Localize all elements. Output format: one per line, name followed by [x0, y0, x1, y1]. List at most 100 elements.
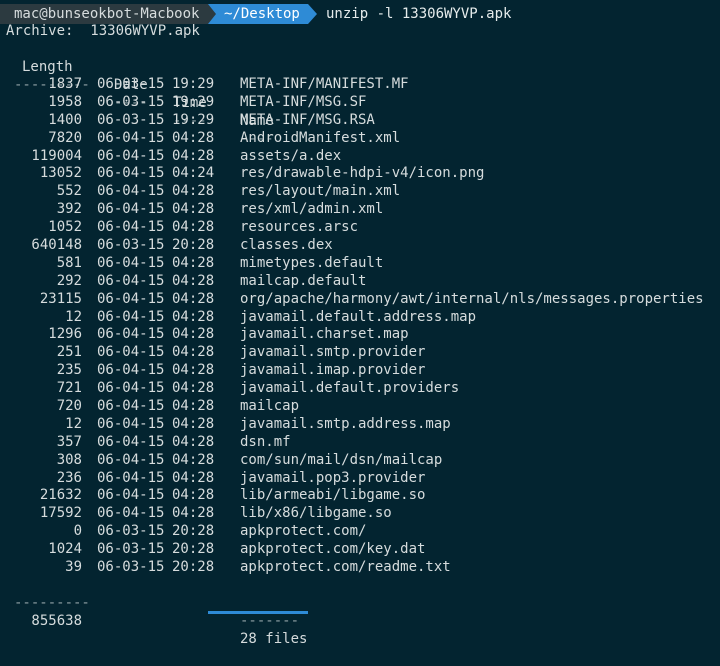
- table-row: 552 06-04-15 04:28 res/layout/main.xml: [0, 183, 720, 201]
- table-row: 13052 06-04-15 04:24 res/drawable-hdpi-v4/i…: [0, 165, 720, 183]
- terminal-window[interactable]: mac@bunseokbot-Macbook ~/Desktop unzip -…: [0, 0, 720, 647]
- listing-header: Length Date Time Name: [0, 40, 720, 129]
- prompt-directory: ~/Desktop: [208, 4, 308, 24]
- file-time: 04:28: [172, 290, 215, 307]
- file-time: 04:28: [172, 344, 215, 361]
- table-row: 235 06-04-15 04:28 javamail.imap.provider: [0, 362, 720, 380]
- file-length: 1837: [48, 76, 82, 92]
- file-date: 06-03-15: [97, 237, 165, 254]
- file-date: 06-04-15: [97, 398, 165, 415]
- file-name: assets/a.dex: [240, 147, 342, 164]
- table-row: 0 06-03-15 20:28 apkprotect.com/: [0, 523, 720, 541]
- shell-prompt: mac@bunseokbot-Macbook ~/Desktop unzip -…: [0, 4, 720, 24]
- file-name: META-INF/MSG.RSA: [240, 111, 375, 128]
- file-name: lib/armeabi/libgame.so: [240, 487, 426, 504]
- file-time: 04:28: [172, 469, 215, 486]
- file-length: 1052: [48, 219, 82, 236]
- file-name: res/xml/admin.xml: [240, 201, 384, 218]
- file-length: 0: [73, 523, 82, 540]
- file-date: 06-03-15: [97, 559, 165, 576]
- file-length: 21632: [39, 487, 82, 504]
- file-name: res/layout/main.xml: [240, 183, 401, 200]
- table-row: 721 06-04-15 04:28 javamail.default.provide…: [0, 380, 720, 398]
- prompt-separator-arrow: [208, 4, 216, 24]
- file-name: META-INF/MSG.SF: [240, 93, 367, 110]
- file-list: 1837 06-03-15 19:29 META-INF/MANIFEST.MF 195…: [0, 76, 720, 577]
- table-row: 1296 06-04-15 04:28 javamail.charset.map: [0, 326, 720, 344]
- footer-rule: --------- -------: [0, 576, 720, 629]
- file-date: 06-04-15: [97, 380, 165, 397]
- file-name: com/sun/mail/dsn/mailcap: [240, 451, 443, 468]
- file-time: 04:24: [172, 165, 215, 182]
- file-date: 06-03-15: [97, 93, 165, 110]
- file-length: 235: [56, 362, 82, 379]
- file-time: 19:29: [172, 93, 215, 110]
- file-time: 04:28: [172, 487, 215, 504]
- total-length: 855638: [31, 613, 82, 629]
- file-date: 06-04-15: [97, 254, 165, 271]
- table-row: 1400 06-03-15 19:29 META-INF/MSG.RSA: [0, 112, 720, 130]
- file-time: 19:29: [172, 76, 215, 92]
- file-length: 1024: [48, 541, 82, 558]
- file-name: mimetypes.default: [240, 254, 384, 271]
- file-time: 04:28: [172, 398, 215, 415]
- table-row: 1024 06-03-15 20:28 apkprotect.com/key.dat: [0, 541, 720, 559]
- file-time: 20:28: [172, 541, 215, 558]
- file-length: 23115: [39, 290, 82, 307]
- footer-rule-name: -------: [240, 613, 300, 629]
- table-row: 581 06-04-15 04:28 mimetypes.default: [0, 255, 720, 273]
- file-time: 04:28: [172, 362, 215, 379]
- file-length: 13052: [39, 165, 82, 182]
- file-name: apkprotect.com/readme.txt: [240, 559, 451, 576]
- file-time: 04:28: [172, 183, 215, 200]
- file-length: 17592: [39, 505, 82, 522]
- file-date: 06-04-15: [97, 290, 165, 307]
- file-length: 357: [56, 433, 82, 450]
- table-row: 39 06-03-15 20:28 apkprotect.com/readme.txt: [0, 559, 720, 577]
- table-row: 12 06-04-15 04:28 javamail.default.address.…: [0, 309, 720, 327]
- table-row: 7820 06-04-15 04:28 AndroidManifest.xml: [0, 130, 720, 148]
- file-date: 06-03-15: [97, 541, 165, 558]
- file-length: 1296: [48, 326, 82, 343]
- file-time: 04:28: [172, 272, 215, 289]
- file-time: 04:28: [172, 505, 215, 522]
- file-time: 20:28: [172, 523, 215, 540]
- table-row: 23115 06-04-15 04:28 org/apache/harmony/awt…: [0, 291, 720, 309]
- file-length: 236: [56, 469, 82, 486]
- file-length: 1958: [48, 93, 82, 110]
- command-text: unzip -l 13306WYVP.apk: [326, 6, 512, 22]
- prompt-end-arrow: [308, 4, 317, 24]
- file-time: 19:29: [172, 111, 215, 128]
- file-name: mailcap.default: [240, 272, 367, 289]
- listing-footer: 855638 28 files: [0, 594, 720, 647]
- file-date: 06-04-15: [97, 469, 165, 486]
- file-date: 06-04-15: [97, 326, 165, 343]
- file-date: 06-03-15: [97, 111, 165, 128]
- table-row: 292 06-04-15 04:28 mailcap.default: [0, 273, 720, 291]
- file-name: res/drawable-hdpi-v4/icon.png: [240, 165, 485, 182]
- file-name: org/apache/harmony/awt/internal/nls/mess…: [240, 290, 704, 307]
- file-date: 06-04-15: [97, 487, 165, 504]
- file-time: 04:28: [172, 433, 215, 450]
- file-date: 06-04-15: [97, 129, 165, 146]
- file-date: 06-04-15: [97, 451, 165, 468]
- table-row: 640148 06-03-15 20:28 classes.dex: [0, 237, 720, 255]
- file-length: 721: [56, 380, 82, 397]
- file-time: 04:28: [172, 201, 215, 218]
- file-name: javamail.charset.map: [240, 326, 409, 343]
- file-length: 392: [56, 201, 82, 218]
- file-time: 04:28: [172, 415, 215, 432]
- file-name: mailcap: [240, 398, 300, 415]
- file-name: apkprotect.com/key.dat: [240, 541, 426, 558]
- file-name: javamail.smtp.address.map: [240, 415, 451, 432]
- table-row: 1958 06-03-15 19:29 META-INF/MSG.SF: [0, 94, 720, 112]
- file-date: 06-04-15: [97, 147, 165, 164]
- file-date: 06-03-15: [97, 523, 165, 540]
- file-time: 04:28: [172, 219, 215, 236]
- table-row: 392 06-04-15 04:28 res/xml/admin.xml: [0, 201, 720, 219]
- file-date: 06-04-15: [97, 183, 165, 200]
- file-time: 20:28: [172, 237, 215, 254]
- file-time: 04:28: [172, 451, 215, 468]
- file-time: 04:28: [172, 308, 215, 325]
- table-row: 720 06-04-15 04:28 mailcap: [0, 398, 720, 416]
